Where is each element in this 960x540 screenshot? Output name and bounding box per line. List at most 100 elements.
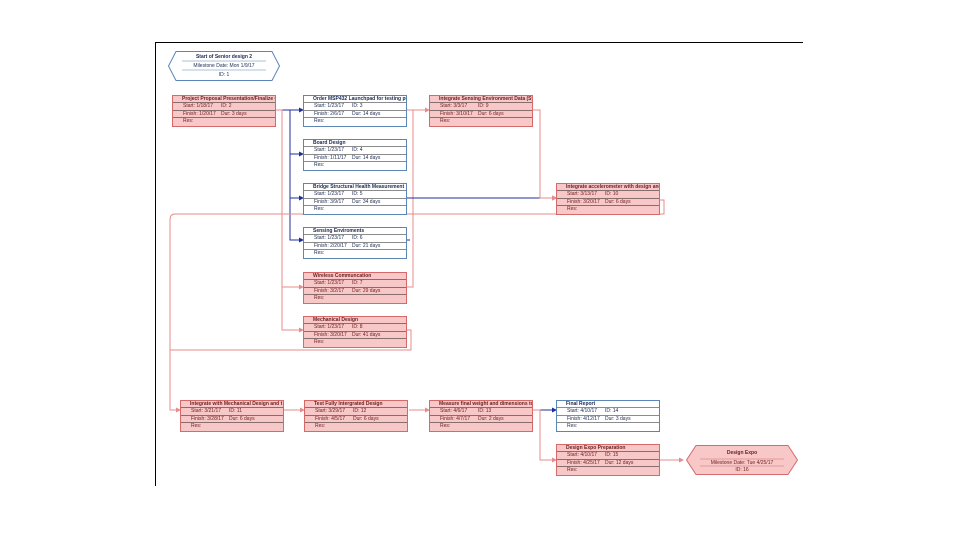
link-13-to-15 [533,409,557,463]
task-finish: Finish: 3/2/17 [314,287,345,294]
task-resources: Res: [567,467,578,474]
task-node-integrate-mechanical[interactable]: Integrate with Mechanical Design and t St… [180,400,284,432]
task-finish: Finish: 4/7/17 [440,415,471,422]
task-id: ID: 2 [221,103,232,110]
task-start: Start: 3/3/17 [440,103,468,110]
task-start: Start: 3/13/17 [567,191,598,198]
task-id: ID: 11 [229,408,242,415]
task-id: ID: 6 [352,235,363,242]
task-finish: Finish: 4/12/17 [567,415,600,422]
task-title: Order MSP432 Launchpad for testing pu [304,96,406,104]
task-id: ID: 7 [352,280,363,287]
task-duration: Dur: 3 days [605,415,631,422]
task-duration: Dur: 6 days [478,110,504,117]
task-title: Mechanical Design [304,317,406,325]
task-finish: Finish: 3/10/17 [440,110,473,117]
task-title: Project Proposal Presentation/Finalize C [173,96,275,104]
task-finish: Finish: 3/20/17 [314,331,347,338]
link-9-to-10 [533,109,557,201]
task-node-measure-final-weight[interactable]: Measure final weight and dimensions to St… [429,400,533,432]
task-finish: Finish: 3/28/17 [191,415,224,422]
task-resources: Res: [314,295,325,302]
task-id: ID: 4 [352,147,363,154]
task-duration: Dur: 41 days [352,331,381,338]
task-title: Integrate accelerometer with design and [557,184,659,192]
task-id: ID: 10 [605,191,619,198]
task-title: Wireless Communcation [304,273,406,281]
task-node-sensing-environments[interactable]: Sensing Enviroments Start: 1/23/17 ID: 6 Fi… [303,227,407,259]
task-node-test-integrated-design[interactable]: Test Fully Intergrated Design Start: 3/29… [304,400,408,432]
task-start: Start: 3/21/17 [191,408,222,415]
task-id: ID: 12 [353,408,367,415]
task-finish: Finish: 4/25/17 [567,459,600,466]
task-start: Start: 1/23/17 [314,147,345,154]
milestone-start-of-senior-design[interactable]: Start of Senior design 2 Milestone Date:… [168,51,280,81]
task-node-final-report[interactable]: Final Report Start: 4/10/17 ID: 14 Finish: … [556,400,660,432]
task-resources: Res: [440,118,451,125]
task-start: Start: 1/23/17 [314,103,345,110]
task-title: Test Fully Intergrated Design [305,401,407,409]
task-title: Measure final weight and dimensions to [430,401,532,409]
task-node-integrate-sensing[interactable]: Integrate Sensing Environment Data (Sy St… [429,95,533,127]
task-resources: Res: [567,423,578,430]
milestone-id: ID: 1 [218,72,230,78]
task-duration: Dur: 14 days [352,154,381,161]
task-start: Start: 1/23/17 [314,235,345,242]
task-finish: Finish: 3/20/17 [567,198,600,205]
task-duration: Dur: 29 days [352,287,381,294]
task-start: Start: 1/23/17 [314,324,345,331]
task-node-bridge-structural-health[interactable]: Bridge Structural Health Measurement Star… [303,183,407,215]
task-id: ID: 8 [352,324,363,331]
task-node-project-proposal[interactable]: Project Proposal Presentation/Finalize C… [172,95,276,127]
link-10-to-11 [169,199,665,413]
task-title: Board Design [304,140,406,148]
task-duration: Dur: 21 days [352,242,381,249]
task-node-order-msp432[interactable]: Order MSP432 Launchpad for testing pu Sta… [303,95,407,127]
task-start: Start: 4/6/17 [440,408,468,415]
task-resources: Res: [314,339,325,346]
task-id: ID: 13 [478,408,492,415]
task-finish: Finish: 1/11/17 [314,154,347,161]
task-finish: Finish: 2/20/17 [314,242,347,249]
task-id: ID: 9 [478,103,489,110]
task-finish: Finish: 2/6/17 [314,110,345,117]
task-duration: Dur: 12 days [605,459,634,466]
task-start: Start: 1/23/17 [314,191,345,198]
task-start: Start: 1/18/17 [183,103,214,110]
task-duration: Dur: 34 days [352,198,381,205]
task-resources: Res: [440,423,451,430]
task-start: Start: 1/23/17 [314,280,345,287]
milestone-title: Design Expo [726,450,758,456]
task-node-integrate-accelerometer[interactable]: Integrate accelerometer with design and S… [556,183,660,215]
link-2-to-6 [276,109,304,243]
task-duration: Dur: 6 days [605,198,631,205]
task-duration: Dur: 14 days [352,110,381,117]
task-finish: Finish: 1/20/17 [183,110,216,117]
milestone-design-expo[interactable]: Design Expo Milestone Date: Tue 4/25/17 … [686,445,798,475]
task-resources: Res: [314,118,325,125]
task-start: Start: 4/10/17 [567,452,598,459]
task-node-wireless-communication[interactable]: Wireless Communcation Start: 1/23/17 ID: 7… [303,272,407,304]
task-duration: Dur: 2 days [478,415,504,422]
milestone-date: Milestone Date: Mon 1/9/17 [193,63,255,69]
task-node-board-design[interactable]: Board Design Start: 1/23/17 ID: 4 Finish: 1… [303,139,407,171]
milestone-id: ID: 16 [735,467,749,473]
task-node-design-expo-preparation[interactable]: Design Expo Preparation Start: 4/10/17 ID:… [556,444,660,476]
task-resources: Res: [191,423,202,430]
task-resources: Res: [567,206,578,213]
task-title: Bridge Structural Health Measurement [304,184,406,192]
task-resources: Res: [315,423,326,430]
task-title: Sensing Enviroments [304,228,406,236]
milestone-date: Milestone Date: Tue 4/25/17 [710,460,774,466]
task-finish: Finish: 4/5/17 [315,415,346,422]
task-duration: Dur: 6 days [229,415,255,422]
task-resources: Res: [314,206,325,213]
task-node-mechanical-design[interactable]: Mechanical Design Start: 1/23/17 ID: 8 Fini… [303,316,407,348]
task-id: ID: 5 [352,191,363,198]
task-id: ID: 15 [605,452,619,459]
task-resources: Res: [314,162,325,169]
task-title: Integrate with Mechanical Design and t [181,401,283,409]
task-title: Design Expo Preparation [557,445,659,453]
task-resources: Res: [314,250,325,257]
task-resources: Res: [183,118,194,125]
